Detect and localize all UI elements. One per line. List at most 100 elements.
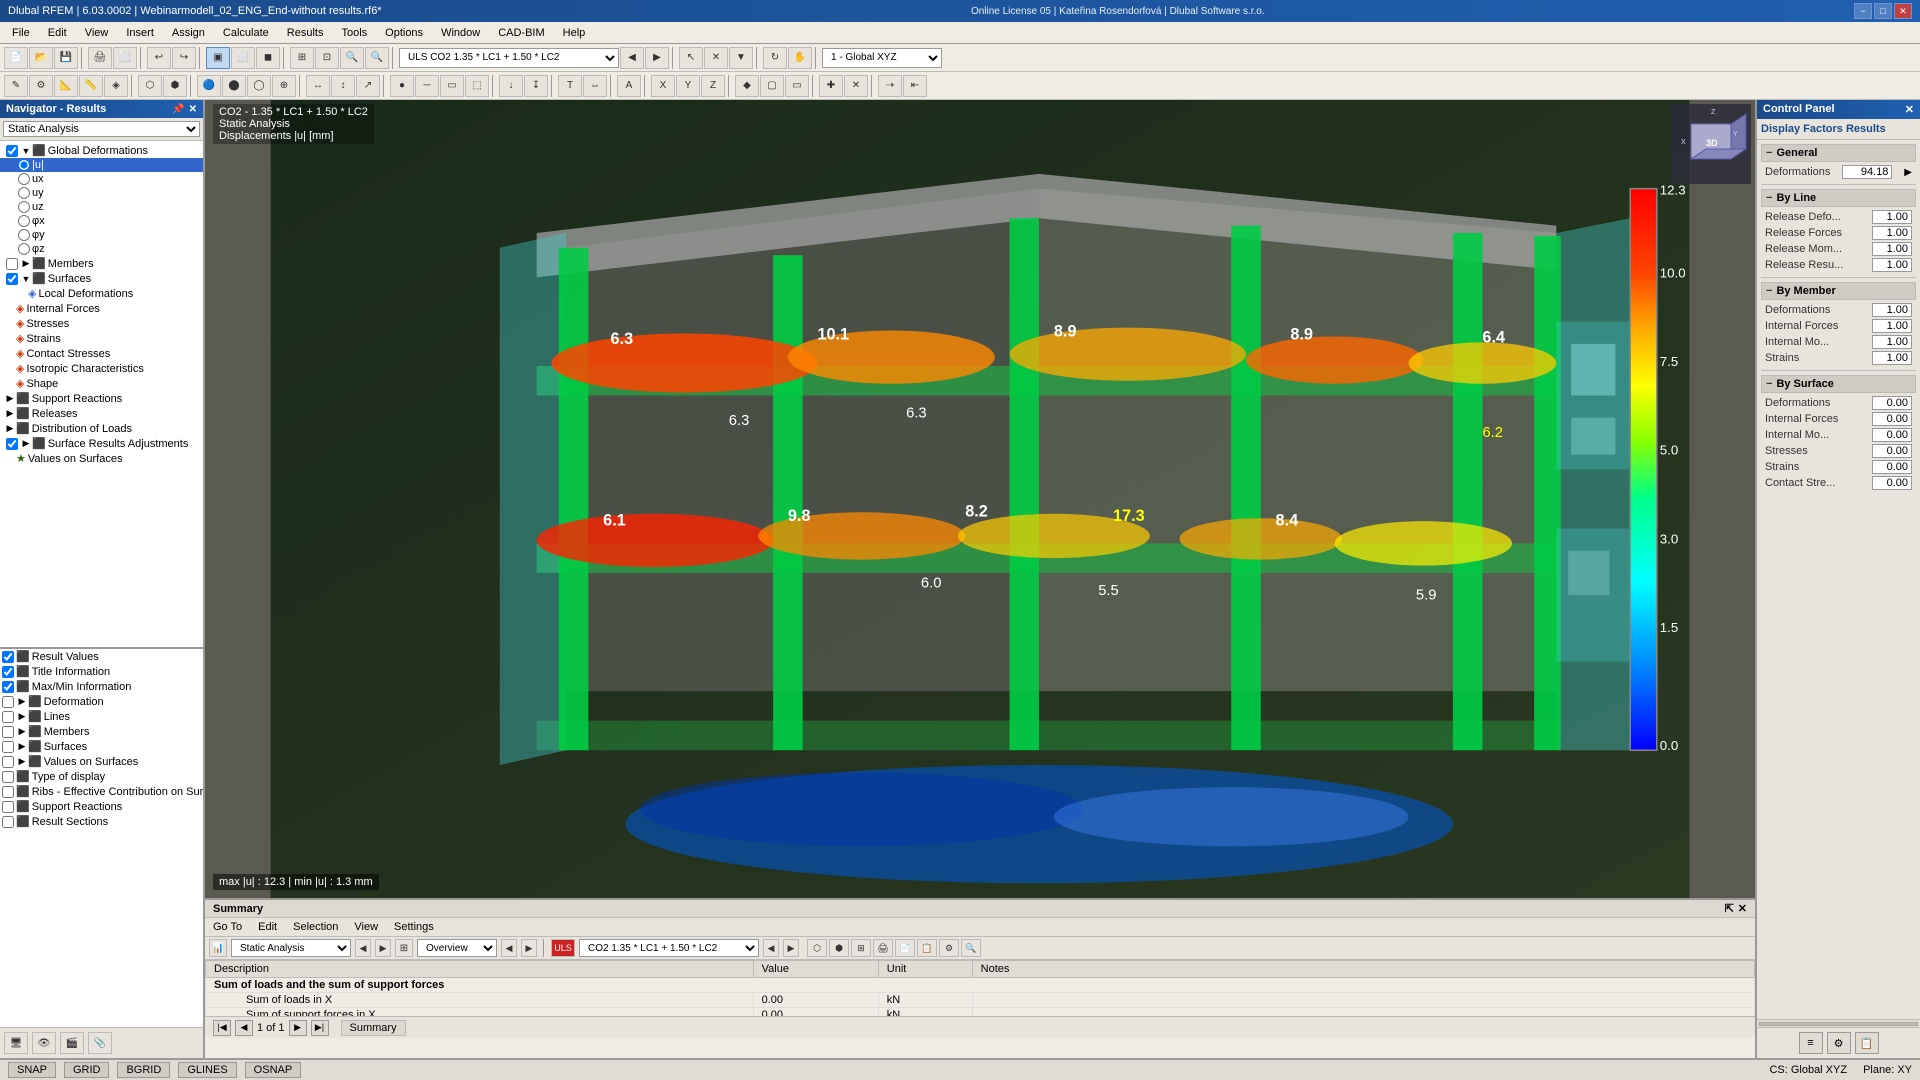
- solid-btn[interactable]: ⬜: [231, 47, 255, 69]
- nav-item-local-deform[interactable]: ◈ Local Deformations: [0, 286, 203, 301]
- menu-edit[interactable]: Edit: [40, 25, 75, 41]
- undo-button[interactable]: ↩: [147, 47, 171, 69]
- nav-arrow-members[interactable]: ▶: [20, 258, 32, 269]
- sum-icon6[interactable]: 📋: [917, 939, 937, 957]
- summary-uls-icon[interactable]: ULS: [551, 939, 575, 957]
- cp-surf-intforces-input[interactable]: [1872, 412, 1912, 426]
- save-button[interactable]: 💾: [54, 47, 78, 69]
- cp-release-forces-input[interactable]: [1872, 226, 1912, 240]
- tb2-line-btn[interactable]: ─: [415, 75, 439, 97]
- cp-surf-deform-input[interactable]: [1872, 396, 1912, 410]
- nav-item-title-info[interactable]: ⬛ Title Information: [0, 664, 203, 679]
- tb2-arr2-btn[interactable]: ⇤: [903, 75, 927, 97]
- nav-next[interactable]: ▶: [645, 47, 669, 69]
- cp-tab-label[interactable]: Display Factors Results: [1761, 123, 1886, 135]
- tb2-xref-btn[interactable]: ✚: [819, 75, 843, 97]
- left-icon-3[interactable]: 🎬: [60, 1032, 84, 1054]
- nav-check-valsurf-b[interactable]: [2, 756, 14, 768]
- open-button[interactable]: 📂: [29, 47, 53, 69]
- nav-radio-uz[interactable]: [18, 201, 30, 213]
- bgrid-button[interactable]: BGRID: [117, 1062, 170, 1078]
- tb2-iso-btn[interactable]: ◆: [735, 75, 759, 97]
- footer-tab-summary[interactable]: Summary: [341, 1020, 406, 1036]
- nav-arrow-lines[interactable]: ▶: [16, 711, 28, 722]
- left-icon-4[interactable]: 📎: [88, 1032, 112, 1054]
- minimize-button[interactable]: −: [1854, 3, 1872, 19]
- nav-arrow-distloads[interactable]: ▶: [4, 423, 16, 434]
- summary-close[interactable]: ✕: [1738, 902, 1747, 915]
- tb2-btn6[interactable]: ⬡: [138, 75, 162, 97]
- nav-radio-phiz[interactable]: [18, 243, 30, 255]
- nav-item-uz[interactable]: uz: [0, 200, 203, 214]
- tb2-loadsurf-btn[interactable]: ↧: [524, 75, 548, 97]
- tb2-btn11[interactable]: ⊕: [272, 75, 296, 97]
- nav-check-result-sections[interactable]: [2, 816, 14, 828]
- summary-co-prev[interactable]: ◀: [763, 939, 779, 957]
- glines-button[interactable]: GLINES: [178, 1062, 236, 1078]
- cp-bymember-section[interactable]: − By Member: [1761, 282, 1916, 300]
- tb2-btn1[interactable]: ✎: [4, 75, 28, 97]
- tb2-side-btn[interactable]: ▭: [785, 75, 809, 97]
- nav-arrow-global[interactable]: ▼: [20, 146, 32, 156]
- cube-widget[interactable]: 3D Y Z X: [1671, 104, 1751, 184]
- nav-item-surfaces-bottom[interactable]: ▶ ⬛ Surfaces: [0, 739, 203, 754]
- filter-btn[interactable]: ▼: [729, 47, 753, 69]
- cp-icon-copy[interactable]: 📋: [1855, 1032, 1879, 1054]
- cp-icon-settings[interactable]: ⚙: [1827, 1032, 1851, 1054]
- grid-button[interactable]: GRID: [64, 1062, 110, 1078]
- sum-icon7[interactable]: ⚙: [939, 939, 959, 957]
- tb2-x-btn[interactable]: X: [651, 75, 675, 97]
- zoom-all[interactable]: ⊞: [290, 47, 314, 69]
- cp-surf-strains-input[interactable]: [1872, 460, 1912, 474]
- nav-item-global-deformations[interactable]: ▼ ⬛ Global Deformations: [0, 143, 203, 158]
- cp-general-section[interactable]: − General: [1761, 144, 1916, 162]
- nav-item-isotropic[interactable]: ◈ Isotropic Characteristics: [0, 361, 203, 376]
- nav-item-maxmin[interactable]: ⬛ Max/Min Information: [0, 679, 203, 694]
- nav-arrow-valsurf-b[interactable]: ▶: [16, 756, 28, 767]
- nav-close[interactable]: ✕: [189, 104, 197, 115]
- sum-icon8[interactable]: 🔍: [961, 939, 981, 957]
- rotate-btn[interactable]: ↻: [763, 47, 787, 69]
- nav-check-lines[interactable]: [2, 711, 14, 723]
- tb2-type-btn[interactable]: T: [558, 75, 582, 97]
- nav-item-values-surfaces-b[interactable]: ▶ ⬛ Values on Surfaces: [0, 754, 203, 769]
- snap-button[interactable]: SNAP: [8, 1062, 56, 1078]
- nav-item-support-reactions-b[interactable]: ⬛ Support Reactions: [0, 799, 203, 814]
- tb2-btn13[interactable]: ↕: [331, 75, 355, 97]
- nav-check-surfaces[interactable]: [6, 273, 18, 285]
- summary-view[interactable]: View: [350, 920, 382, 934]
- tb2-btn10[interactable]: ◯: [247, 75, 271, 97]
- nav-arrow-releases[interactable]: ▶: [4, 408, 16, 419]
- footer-last[interactable]: ▶|: [311, 1020, 329, 1036]
- print-preview[interactable]: ⬜: [113, 47, 137, 69]
- menu-options[interactable]: Options: [377, 25, 431, 41]
- footer-prev[interactable]: ◀: [235, 1020, 253, 1036]
- tb2-btn12[interactable]: ↔: [306, 75, 330, 97]
- nav-item-ux[interactable]: ux: [0, 172, 203, 186]
- cp-release-defo-input[interactable]: [1872, 210, 1912, 224]
- zoom-in[interactable]: 🔍: [340, 47, 364, 69]
- nav-item-ribs[interactable]: ⬛ Ribs - Effective Contribution on Surfa…: [0, 784, 203, 799]
- delete-btn[interactable]: ✕: [704, 47, 728, 69]
- nav-item-releases[interactable]: ▶ ⬛ Releases: [0, 406, 203, 421]
- menu-results[interactable]: Results: [279, 25, 332, 41]
- cp-surf-contact-input[interactable]: [1872, 476, 1912, 490]
- tb2-btn3[interactable]: 📐: [54, 75, 78, 97]
- nav-prev[interactable]: ◀: [620, 47, 644, 69]
- nav-item-uy[interactable]: uy: [0, 186, 203, 200]
- viewport[interactable]: 6.3 10.1 8.9 8.9 6.4 6.3 6.3 6.2 6.1 9.8…: [205, 100, 1755, 898]
- menu-view[interactable]: View: [77, 25, 117, 41]
- zoom-select[interactable]: ⊡: [315, 47, 339, 69]
- nav-item-distloads[interactable]: ▶ ⬛ Distribution of Loads: [0, 421, 203, 436]
- cp-surf-stresses-input[interactable]: [1872, 444, 1912, 458]
- nav-item-members[interactable]: ▶ ⬛ Members: [0, 256, 203, 271]
- nav-item-lines-bottom[interactable]: ▶ ⬛ Lines: [0, 709, 203, 724]
- tb2-btn7[interactable]: ⬢: [163, 75, 187, 97]
- summary-next-btn[interactable]: ▶: [375, 939, 391, 957]
- nav-check-surfresults[interactable]: [6, 438, 18, 450]
- nav-item-contact-stresses[interactable]: ◈ Contact Stresses: [0, 346, 203, 361]
- redo-button[interactable]: ↪: [172, 47, 196, 69]
- summary-expand[interactable]: ⇱: [1725, 902, 1734, 915]
- summary-co-next[interactable]: ▶: [783, 939, 799, 957]
- nav-item-type-display[interactable]: ⬛ Type of display: [0, 769, 203, 784]
